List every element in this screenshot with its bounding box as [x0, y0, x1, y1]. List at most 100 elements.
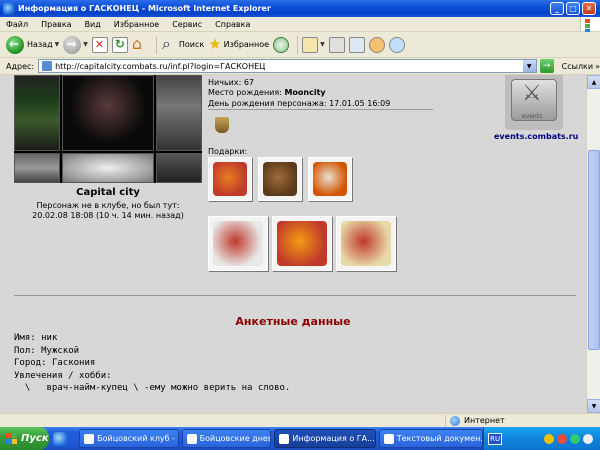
favorites-button[interactable]: ★ Избранное [208, 37, 269, 52]
start-button[interactable]: Пуск [0, 427, 49, 450]
scroll-down-button[interactable]: ▼ [587, 399, 600, 413]
city-crest [62, 153, 154, 183]
links-label[interactable]: Ссылки [562, 62, 593, 71]
gender-row: Пол: Мужской [14, 345, 574, 358]
chevron-down-icon[interactable]: ▼ [320, 41, 325, 48]
gift-item[interactable] [308, 157, 352, 201]
menu-edit[interactable]: Правка [41, 20, 71, 29]
taskbar-item-active[interactable]: Информация о ГА... [274, 429, 376, 448]
taskbar-item[interactable]: Бойцовские дневни... [181, 429, 272, 448]
vertical-scrollbar[interactable]: ▲ ▼ [586, 75, 600, 413]
back-label: Назад [27, 40, 53, 49]
menu-favorites[interactable]: Избранное [114, 20, 159, 29]
address-url[interactable]: http://capitalcity.combats.ru/inf.pl?log… [55, 62, 523, 71]
refresh-button[interactable] [111, 36, 128, 53]
menu-file[interactable]: Файл [6, 20, 28, 29]
scroll-up-button[interactable]: ▲ [587, 75, 600, 89]
menu-tools[interactable]: Сервис [172, 20, 202, 29]
mail-icon [302, 36, 319, 53]
ie-logo-icon [3, 2, 15, 15]
crossed-swords-icon: ⚔ [522, 81, 542, 106]
hobby-text: \ врач-найм-купец \ -ему можно верить на… [14, 383, 291, 393]
events-link[interactable]: events.combats.ru [494, 132, 578, 141]
birthday-row: День рождения персонажа: 17.01.05 16:09 [208, 99, 438, 109]
field-label: Имя: [14, 333, 36, 343]
events-badge-text: events [522, 113, 543, 120]
taskbar-item[interactable]: Текстовый докумен... [378, 429, 484, 448]
field-label: Увлечения / хобби: [14, 370, 112, 381]
birthplace-row: Место рождения: Mooncity [208, 88, 438, 98]
ie-logo-icon [186, 433, 197, 444]
name-row: Имя: ник [14, 332, 574, 345]
menu-bar: Файл Правка Вид Избранное Сервис Справка [0, 17, 600, 38]
gift-item[interactable] [258, 157, 302, 201]
history-button[interactable] [273, 36, 290, 53]
belt-slot[interactable] [14, 153, 60, 183]
field-value: Гаскония [51, 358, 96, 368]
ie-logo-icon [279, 433, 290, 444]
home-button[interactable] [132, 34, 148, 53]
scroll-thumb[interactable] [588, 150, 600, 350]
boots-slot[interactable] [156, 153, 202, 183]
favorites-label: Избранное [223, 40, 270, 49]
maximize-button[interactable]: □ [566, 2, 580, 15]
star-icon: ★ [208, 35, 222, 53]
legs-slot[interactable] [156, 75, 202, 151]
last-seen-time: 20.02.08 18:08 (10 ч. 14 мин. назад) [32, 211, 184, 220]
page-content: Capital city Персонаж не в клубе, но был… [0, 75, 586, 413]
windows-flag-icon [580, 17, 600, 38]
menu-view[interactable]: Вид [85, 20, 101, 29]
messenger-button[interactable] [368, 36, 385, 53]
taskbar-item[interactable]: Бойцовский клуб - ... [79, 429, 179, 448]
go-button[interactable]: → [539, 59, 554, 73]
clan-emblem-icon[interactable] [215, 117, 229, 133]
field-value: ник [41, 333, 58, 343]
gift-item[interactable] [208, 216, 268, 271]
chevron-down-icon[interactable]: ▼ [55, 41, 60, 48]
character-info: Capital city Персонаж не в клубе, но был… [14, 187, 202, 221]
profile-section-title: Анкетные данные [235, 315, 351, 328]
stop-button[interactable] [91, 36, 108, 53]
home-icon [132, 34, 148, 53]
character-equipment [14, 75, 202, 183]
section-divider [14, 295, 576, 296]
back-button[interactable]: Назад ▼ [6, 35, 60, 54]
back-arrow-icon [6, 35, 24, 54]
ie-logo-icon [84, 433, 95, 444]
security-zone-label: Интернет [464, 416, 505, 425]
chevron-down-icon[interactable]: ▼ [522, 60, 536, 72]
address-input[interactable]: http://capitalcity.combats.ru/inf.pl?log… [38, 59, 537, 73]
forward-button[interactable]: ▼ [63, 35, 88, 54]
events-emblem[interactable]: ⚔ events [505, 75, 563, 130]
forward-arrow-icon [63, 35, 82, 54]
gift-item[interactable] [336, 216, 396, 271]
close-button[interactable]: ✕ [582, 2, 596, 15]
gift-image [263, 162, 297, 196]
chevron-down-icon[interactable]: ▼ [83, 41, 88, 48]
gift-item[interactable] [208, 157, 252, 201]
edit-button[interactable] [348, 36, 365, 53]
discuss-button[interactable] [388, 36, 405, 53]
armor-slot[interactable] [14, 75, 60, 151]
tray-icon[interactable] [544, 433, 554, 444]
print-button[interactable] [328, 36, 345, 53]
language-indicator[interactable]: RU [488, 432, 503, 445]
links-chevron-icon[interactable]: » [595, 62, 600, 71]
gifts-label: Подарки: [208, 147, 248, 156]
menu-help[interactable]: Справка [215, 20, 250, 29]
separator [155, 35, 157, 54]
helmet-slot[interactable] [62, 75, 154, 151]
mail-button[interactable]: ▼ [302, 36, 325, 53]
gift-item[interactable] [272, 216, 332, 271]
city-name: Capital city [76, 187, 140, 198]
birthday-value: 17.01.05 16:09 [329, 98, 391, 108]
minimize-button[interactable]: _ [550, 2, 564, 15]
tray-icon[interactable] [570, 433, 580, 444]
refresh-icon [111, 36, 128, 53]
draws-value: 67 [243, 78, 255, 87]
tray-icon[interactable] [583, 433, 593, 444]
tray-icon[interactable] [557, 433, 567, 444]
ie-quicklaunch-icon[interactable] [52, 431, 67, 446]
search-button[interactable]: Поиск [161, 34, 204, 54]
separator [297, 35, 299, 54]
